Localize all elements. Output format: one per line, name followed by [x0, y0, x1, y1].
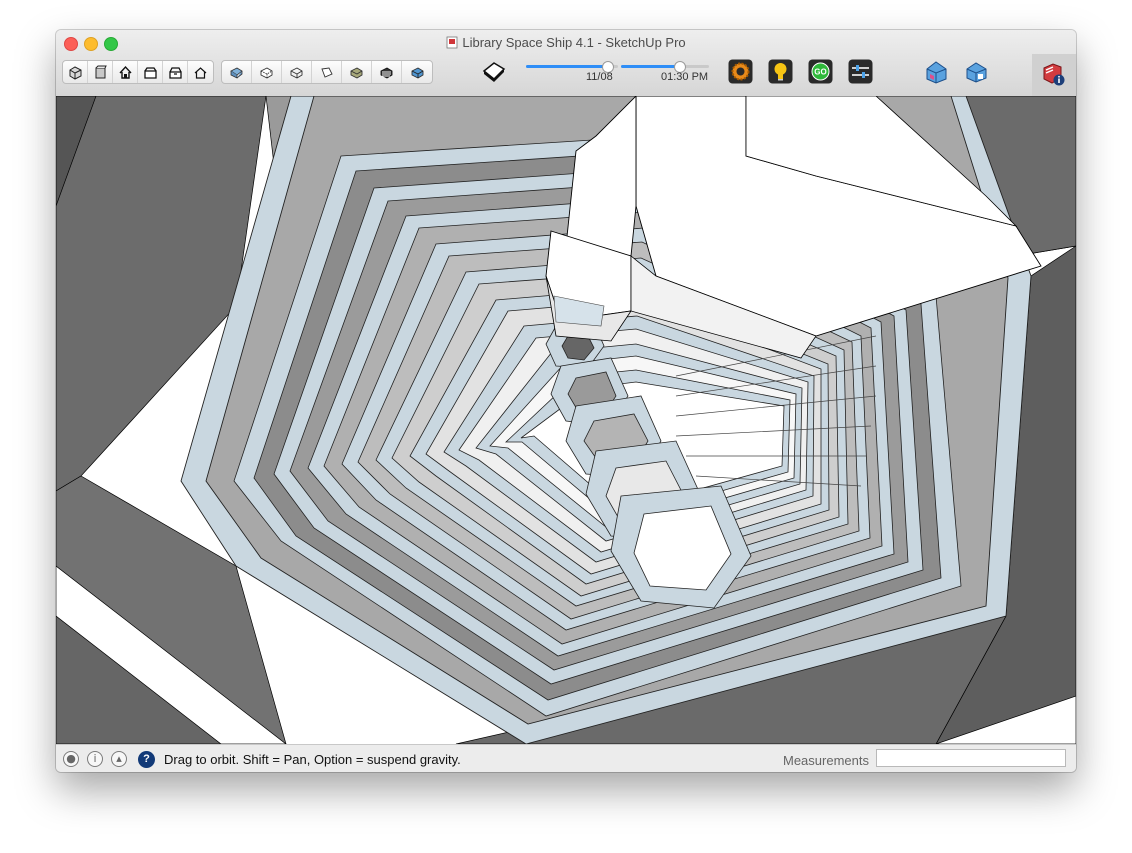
window-title-text: Library Space Ship 4.1 - SketchUp Pro: [462, 35, 686, 50]
textured-cube-icon: [380, 66, 393, 79]
back-edges-cube-icon: [260, 66, 273, 79]
top-view-icon: [95, 65, 107, 78]
shaded-cube-icon: [350, 66, 363, 79]
house-side-icon: [143, 66, 157, 79]
gear-render-icon[interactable]: [728, 59, 753, 84]
sliders-icon[interactable]: [848, 59, 873, 84]
wireframe-button[interactable]: [282, 61, 312, 83]
geo-location-icon[interactable]: ●: [63, 751, 79, 767]
house-front-icon: [118, 65, 132, 79]
user-icon[interactable]: ▴: [111, 751, 127, 767]
styles-toolbar: [221, 60, 433, 84]
model-info-button[interactable]: [1032, 54, 1076, 96]
iso-view-icon: [69, 65, 81, 80]
left-view-button[interactable]: [188, 61, 213, 83]
model-viewport[interactable]: [56, 96, 1076, 744]
model-info-icon: [1043, 63, 1065, 86]
status-message: Drag to orbit. Shift = Pan, Option = sus…: [164, 752, 461, 767]
status-bar: ● i ▴ ? Drag to orbit. Shift = Pan, Opti…: [56, 744, 1076, 772]
document-icon: [446, 36, 458, 49]
hidden-line-cube-icon: [321, 67, 333, 78]
lightbulb-icon[interactable]: [768, 59, 793, 84]
help-icon[interactable]: ?: [138, 751, 155, 768]
sketchup-window: Library Space Ship 4.1 - SketchUp Pro 11…: [56, 30, 1076, 772]
shaded-button[interactable]: [342, 61, 372, 83]
right-view-button[interactable]: [138, 61, 163, 83]
top-view-button[interactable]: [88, 61, 113, 83]
house-back-icon: [168, 66, 182, 79]
shaded-textures-button[interactable]: [372, 61, 402, 83]
shadows-icon[interactable]: [481, 59, 506, 84]
back-edges-button[interactable]: [252, 61, 282, 83]
time-label: 01:30 PM: [661, 71, 709, 83]
date-slider-fill: [526, 65, 607, 68]
wireframe-cube-icon: [290, 66, 303, 79]
credits-icon[interactable]: i: [87, 751, 103, 767]
extension-warehouse-icon[interactable]: [964, 59, 989, 84]
house-outline-icon: [194, 66, 207, 79]
warehouse-icon[interactable]: [924, 59, 949, 84]
front-view-button[interactable]: [113, 61, 138, 83]
svg-text:GO: GO: [814, 68, 826, 77]
hidden-line-button[interactable]: [312, 61, 342, 83]
x-ray-cube-icon: [230, 67, 243, 79]
monochrome-cube-icon: [411, 66, 423, 79]
monochrome-button[interactable]: [402, 61, 432, 83]
back-view-button[interactable]: [163, 61, 188, 83]
date-label: 11/08: [586, 71, 613, 83]
iso-view-button[interactable]: [63, 61, 88, 83]
measurements-label: Measurements: [783, 753, 869, 768]
go-icon[interactable]: GO: [808, 59, 833, 84]
measurements-field[interactable]: [876, 749, 1066, 767]
x-ray-button[interactable]: [222, 61, 252, 83]
camera-toolbar: [62, 60, 214, 84]
window-title: Library Space Ship 4.1 - SketchUp Pro: [56, 35, 1076, 50]
title-bar: Library Space Ship 4.1 - SketchUp Pro 11…: [56, 30, 1076, 97]
spaceship-3d-scene: [56, 96, 1076, 744]
time-slider-fill: [621, 65, 679, 68]
